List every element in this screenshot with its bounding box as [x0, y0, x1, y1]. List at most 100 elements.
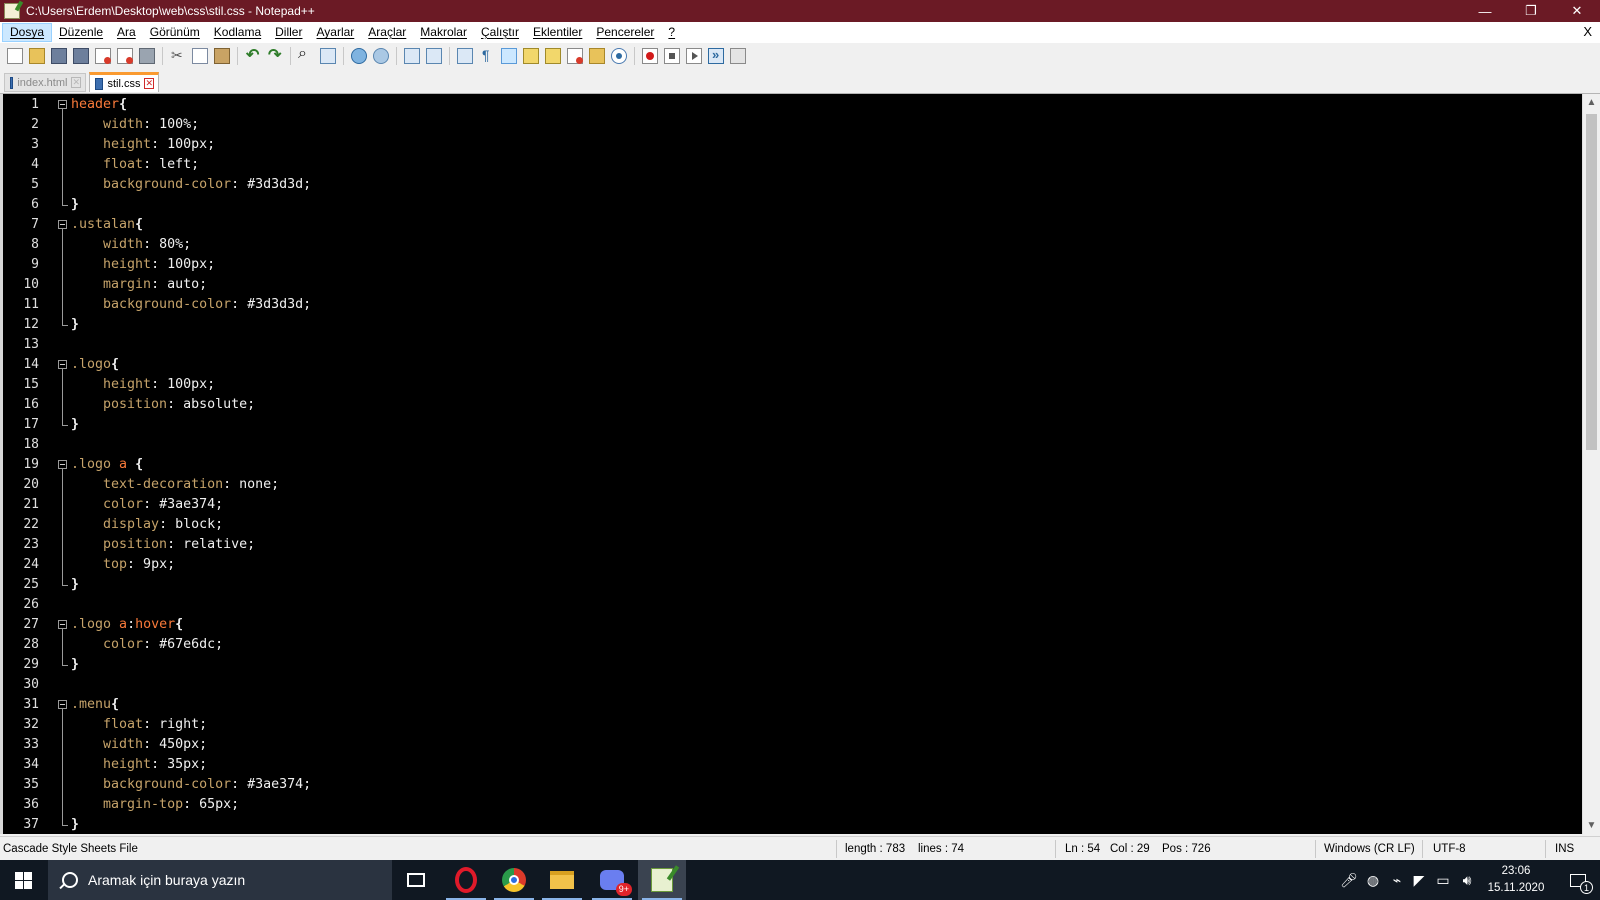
- cut-icon[interactable]: [170, 47, 186, 64]
- code-editor[interactable]: 1 header{2 width: 100%; 3 height: 100px; 4 …: [0, 94, 1582, 834]
- paste-icon[interactable]: [214, 48, 230, 64]
- code-line[interactable]: 19 .logo a {: [3, 455, 1582, 475]
- replace-icon[interactable]: [320, 48, 336, 64]
- tray-app-icon[interactable]: ◍: [1362, 860, 1384, 900]
- code-line[interactable]: 1 header{: [3, 95, 1582, 115]
- code-line[interactable]: 37}: [3, 815, 1582, 834]
- new-file-icon[interactable]: [7, 48, 23, 64]
- scroll-down-arrow-icon[interactable]: ▼: [1583, 817, 1600, 834]
- zoom-in-icon[interactable]: [351, 48, 367, 64]
- menu-calistir[interactable]: Çalıştır: [474, 23, 526, 42]
- code-line[interactable]: 28 color: #67e6dc;: [3, 635, 1582, 655]
- code-line[interactable]: 22 display: block;: [3, 515, 1582, 535]
- code-line[interactable]: 24 top: 9px;: [3, 555, 1582, 575]
- code-line[interactable]: 6}: [3, 195, 1582, 215]
- print-icon[interactable]: [139, 48, 155, 64]
- scroll-thumb[interactable]: [1586, 114, 1597, 450]
- function-list-icon[interactable]: [567, 48, 583, 64]
- code-line[interactable]: 30: [3, 675, 1582, 695]
- restore-button[interactable]: ❐: [1508, 0, 1554, 22]
- save-macro-icon[interactable]: [730, 48, 746, 64]
- fold-toggle-icon[interactable]: [58, 460, 67, 469]
- action-center-button[interactable]: 1: [1558, 860, 1598, 900]
- menu-makrolar[interactable]: Makrolar: [413, 23, 474, 42]
- menu-diller[interactable]: Diller: [268, 23, 309, 42]
- code-line[interactable]: 2 width: 100%;: [3, 115, 1582, 135]
- menu-eklentiler[interactable]: Eklentiler: [526, 23, 589, 42]
- code-line[interactable]: 31 .menu{: [3, 695, 1582, 715]
- zoom-out-icon[interactable]: [373, 48, 389, 64]
- menu-araclar[interactable]: Araçlar: [361, 23, 413, 42]
- indent-guide-icon[interactable]: [501, 48, 517, 64]
- redo-icon[interactable]: [267, 45, 283, 65]
- code-line[interactable]: 21 color: #3ae374;: [3, 495, 1582, 515]
- menu-gorunum[interactable]: Görünüm: [143, 23, 207, 42]
- code-line[interactable]: 4 float: left;: [3, 155, 1582, 175]
- notepadpp-icon[interactable]: [4, 3, 20, 19]
- code-line[interactable]: 11 background-color: #3d3d3d;: [3, 295, 1582, 315]
- menu-help[interactable]: ?: [661, 23, 682, 42]
- taskbar-discord[interactable]: 9+: [588, 860, 636, 900]
- menu-duzenle[interactable]: Düzenle: [52, 23, 110, 42]
- menu-ara[interactable]: Ara: [110, 23, 143, 42]
- code-line[interactable]: 26: [3, 595, 1582, 615]
- wired-network-icon[interactable]: ▭: [1432, 860, 1454, 900]
- tab-close-icon[interactable]: ✕: [144, 78, 154, 89]
- taskbar-chrome[interactable]: [490, 860, 538, 900]
- code-line[interactable]: 14 .logo{: [3, 355, 1582, 375]
- document-map-icon[interactable]: [545, 48, 561, 64]
- code-line[interactable]: 12}: [3, 315, 1582, 335]
- taskbar-search-box[interactable]: Aramak için buraya yazın: [48, 860, 392, 900]
- taskbar-opera[interactable]: [442, 860, 490, 900]
- taskbar-file-explorer[interactable]: [538, 860, 586, 900]
- code-line[interactable]: 16 position: absolute;: [3, 395, 1582, 415]
- menu-pencereler[interactable]: Pencereler: [589, 23, 661, 42]
- fold-toggle-icon[interactable]: [58, 360, 67, 369]
- code-line[interactable]: 20 text-decoration: none;: [3, 475, 1582, 495]
- open-file-icon[interactable]: [29, 48, 45, 64]
- code-line[interactable]: 35 background-color: #3ae374;: [3, 775, 1582, 795]
- microphone-icon[interactable]: 🎤︎: [1338, 860, 1360, 900]
- tab-index-html[interactable]: index.html ✕: [4, 73, 86, 92]
- run-macro-multiple-icon[interactable]: [708, 47, 724, 64]
- code-line[interactable]: 3 height: 100px;: [3, 135, 1582, 155]
- scroll-up-arrow-icon[interactable]: ▲: [1583, 94, 1600, 111]
- task-view-button[interactable]: [392, 860, 440, 900]
- code-line[interactable]: 29}: [3, 655, 1582, 675]
- sync-horizontal-icon[interactable]: [426, 48, 442, 64]
- word-wrap-icon[interactable]: [457, 48, 473, 64]
- menu-ayarlar[interactable]: Ayarlar: [309, 23, 361, 42]
- code-line[interactable]: 34 height: 35px;: [3, 755, 1582, 775]
- fold-toggle-icon[interactable]: [58, 100, 67, 109]
- code-line[interactable]: 13: [3, 335, 1582, 355]
- fold-toggle-icon[interactable]: [58, 620, 67, 629]
- save-icon[interactable]: [51, 48, 67, 64]
- tab-close-icon[interactable]: ✕: [71, 77, 81, 88]
- show-all-characters-icon[interactable]: [479, 47, 495, 64]
- code-line[interactable]: 15 height: 100px;: [3, 375, 1582, 395]
- fold-toggle-icon[interactable]: [58, 700, 67, 709]
- find-icon[interactable]: [298, 45, 314, 64]
- taskbar-notepadpp[interactable]: [638, 860, 686, 900]
- code-line[interactable]: 27 .logo a:hover{: [3, 615, 1582, 635]
- monitoring-icon[interactable]: [611, 48, 627, 64]
- close-file-icon[interactable]: [95, 48, 111, 64]
- code-line[interactable]: 7 .ustalan{: [3, 215, 1582, 235]
- minimize-button[interactable]: —: [1462, 0, 1508, 22]
- volume-icon[interactable]: 🔊︎: [1456, 860, 1478, 900]
- code-line[interactable]: 33 width: 450px;: [3, 735, 1582, 755]
- fold-toggle-icon[interactable]: [58, 220, 67, 229]
- close-all-icon[interactable]: [117, 48, 133, 64]
- stop-recording-icon[interactable]: [664, 48, 680, 64]
- user-language-icon[interactable]: [523, 48, 539, 64]
- folder-workspace-icon[interactable]: [589, 48, 605, 64]
- close-button[interactable]: ✕: [1554, 0, 1600, 22]
- save-all-icon[interactable]: [73, 48, 89, 64]
- tab-stil-css[interactable]: stil.css ✕: [89, 72, 159, 92]
- code-line[interactable]: 23 position: relative;: [3, 535, 1582, 555]
- undo-icon[interactable]: [245, 45, 261, 65]
- code-line[interactable]: 36 margin-top: 65px;: [3, 795, 1582, 815]
- menu-dosya[interactable]: Dosya: [2, 23, 53, 42]
- start-button[interactable]: [0, 860, 48, 900]
- sync-vertical-icon[interactable]: [404, 48, 420, 64]
